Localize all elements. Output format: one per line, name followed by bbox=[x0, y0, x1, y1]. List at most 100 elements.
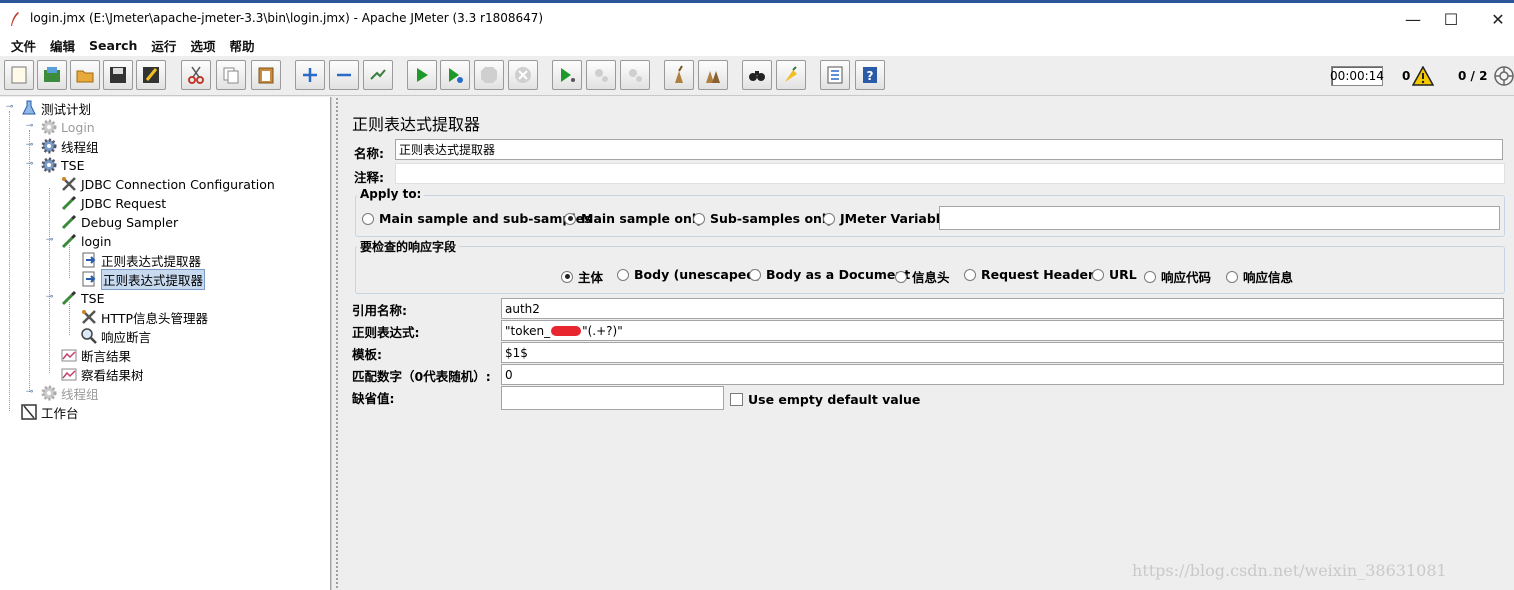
tree-label: HTTP信息头管理器 bbox=[101, 310, 208, 326]
check-url-radio[interactable]: URL bbox=[1092, 267, 1137, 282]
remote-start-button[interactable] bbox=[552, 60, 582, 90]
default-value-label: 缺省值: bbox=[352, 391, 395, 406]
stop-button[interactable] bbox=[474, 60, 504, 90]
search-button[interactable] bbox=[742, 60, 772, 90]
check-response-code-radio[interactable]: 响应代码 bbox=[1144, 267, 1211, 286]
start-button[interactable] bbox=[407, 60, 437, 90]
gear-icon bbox=[41, 385, 57, 401]
tree-item-tse-sampler[interactable]: TSE bbox=[60, 289, 104, 307]
tree-item-test-plan[interactable]: 测试计划 bbox=[20, 99, 91, 117]
watermark: https://blog.csdn.net/weixin_38631081 bbox=[1132, 561, 1447, 580]
cut-button[interactable] bbox=[181, 60, 211, 90]
radio-dot bbox=[823, 212, 835, 225]
tree-item-login-group[interactable]: Login bbox=[40, 118, 95, 136]
paste-icon bbox=[258, 67, 274, 84]
tree-item-regex-extractor-2[interactable]: 正则表达式提取器 bbox=[80, 268, 206, 290]
gear-icon bbox=[41, 157, 57, 173]
tree-item-workbench[interactable]: 工作台 bbox=[20, 403, 79, 421]
tree-item-thread-group[interactable]: 线程组 bbox=[40, 137, 99, 155]
comment-field[interactable] bbox=[395, 163, 1505, 184]
regex-field[interactable]: "token_ "(.+?)" bbox=[501, 320, 1504, 341]
remote-shutdown-button[interactable] bbox=[620, 60, 650, 90]
tree-toggle[interactable]: ⊸ bbox=[25, 141, 34, 150]
tree-item-tse-group[interactable]: TSE bbox=[40, 156, 84, 174]
tree-toggle[interactable]: ⊸ bbox=[25, 388, 34, 397]
menu-run[interactable]: 运行 bbox=[144, 36, 183, 55]
check-body-radio[interactable]: 主体 bbox=[561, 267, 603, 286]
menu-options[interactable]: 选项 bbox=[183, 36, 222, 55]
paste-button[interactable] bbox=[251, 60, 281, 90]
panel-splitter[interactable] bbox=[331, 97, 341, 590]
tree-toggle[interactable]: ⊸ bbox=[25, 122, 34, 131]
broom-all-icon bbox=[706, 71, 720, 83]
help-button[interactable]: ? bbox=[855, 60, 885, 90]
new-button[interactable] bbox=[4, 60, 34, 90]
reference-name-field[interactable]: auth2 bbox=[501, 298, 1504, 319]
radio-dot bbox=[693, 212, 705, 225]
tree-item-header-manager[interactable]: HTTP信息头管理器 bbox=[80, 308, 208, 326]
menu-file[interactable]: 文件 bbox=[4, 36, 43, 55]
collapse-all-button[interactable] bbox=[329, 60, 359, 90]
radio-label: 响应代码 bbox=[1161, 270, 1212, 285]
default-value-field[interactable] bbox=[501, 386, 724, 410]
use-empty-default-checkbox[interactable]: Use empty default value bbox=[730, 392, 920, 407]
check-body-unescaped-radio[interactable]: Body (unescaped) bbox=[617, 267, 761, 282]
maximize-button[interactable]: ☐ bbox=[1428, 7, 1474, 31]
tree-item-thread-group-2[interactable]: 线程组 bbox=[40, 384, 99, 402]
reset-search-button[interactable] bbox=[776, 60, 806, 90]
jmeter-variable-field[interactable] bbox=[939, 206, 1500, 230]
templates-button[interactable] bbox=[37, 60, 67, 90]
function-helper-button[interactable] bbox=[820, 60, 850, 90]
close-button[interactable]: ✕ bbox=[1475, 7, 1514, 31]
tree-toggle[interactable]: ⊸ bbox=[45, 236, 54, 245]
tree-item-regex-extractor-1[interactable]: 正则表达式提取器 bbox=[80, 251, 201, 269]
tree-item-results-tree[interactable]: 察看结果树 bbox=[60, 365, 144, 383]
broom-icon bbox=[675, 65, 683, 83]
menu-bar: 文件 编辑 Search 运行 选项 帮助 bbox=[0, 34, 1514, 56]
check-body-document-radio[interactable]: Body as a Document bbox=[749, 267, 910, 282]
shutdown-button[interactable] bbox=[508, 60, 538, 90]
tree-toggle[interactable]: ⊸ bbox=[25, 160, 34, 169]
expand-all-button[interactable] bbox=[295, 60, 325, 90]
radio-label: Request Headers bbox=[981, 267, 1102, 282]
menu-edit[interactable]: 编辑 bbox=[43, 36, 82, 55]
remote-stop-button[interactable] bbox=[586, 60, 616, 90]
tree-toggle[interactable]: ⊸ bbox=[45, 293, 54, 302]
pipette-icon bbox=[61, 214, 77, 230]
tree-item-jdbc-config[interactable]: JDBC Connection Configuration bbox=[60, 175, 275, 193]
copy-button[interactable] bbox=[216, 60, 246, 90]
menu-search[interactable]: Search bbox=[82, 38, 144, 53]
apply-sub-only-radio[interactable]: Sub-samples only bbox=[693, 211, 834, 226]
toggle-icon bbox=[370, 69, 386, 80]
graph-icon bbox=[61, 349, 77, 362]
check-response-message-radio[interactable]: 响应信息 bbox=[1226, 267, 1293, 286]
tree-item-assertion-results[interactable]: 断言结果 bbox=[60, 346, 131, 364]
template-field[interactable]: $1$ bbox=[501, 342, 1504, 363]
menu-help[interactable]: 帮助 bbox=[222, 36, 261, 55]
tree-toggle[interactable]: ⊸ bbox=[5, 103, 14, 112]
save-button[interactable] bbox=[103, 60, 133, 90]
tree-item-login-sampler[interactable]: login bbox=[60, 232, 111, 250]
check-headers-radio[interactable]: 信息头 bbox=[895, 267, 950, 286]
extractor-icon bbox=[82, 252, 96, 268]
toggle-button[interactable] bbox=[363, 60, 393, 90]
clear-all-button[interactable] bbox=[698, 60, 728, 90]
tree-item-jdbc-request[interactable]: JDBC Request bbox=[60, 194, 166, 212]
start-no-pauses-button[interactable] bbox=[440, 60, 470, 90]
tree-item-debug-sampler[interactable]: Debug Sampler bbox=[60, 213, 178, 231]
match-no-field[interactable]: 0 bbox=[501, 364, 1504, 385]
tree-item-response-assertion[interactable]: 响应断言 bbox=[80, 327, 151, 345]
tree-label: 察看结果树 bbox=[81, 367, 144, 383]
open-button[interactable] bbox=[70, 60, 100, 90]
radio-label: JMeter Variable bbox=[840, 211, 949, 226]
tree-line bbox=[29, 130, 30, 392]
save-as-button[interactable] bbox=[136, 60, 166, 90]
tree-label: 正则表达式提取器 bbox=[101, 253, 202, 269]
warning-icon[interactable] bbox=[1412, 66, 1434, 86]
clear-button[interactable] bbox=[664, 60, 694, 90]
apply-main-only-radio[interactable]: Main sample only bbox=[564, 211, 704, 226]
name-field[interactable]: 正则表达式提取器 bbox=[395, 139, 1503, 160]
apply-main-and-sub-radio[interactable]: Main sample and sub-samples bbox=[362, 211, 592, 226]
check-request-headers-radio[interactable]: Request Headers bbox=[964, 267, 1102, 282]
apply-jmeter-variable-radio[interactable]: JMeter Variable bbox=[823, 211, 949, 226]
